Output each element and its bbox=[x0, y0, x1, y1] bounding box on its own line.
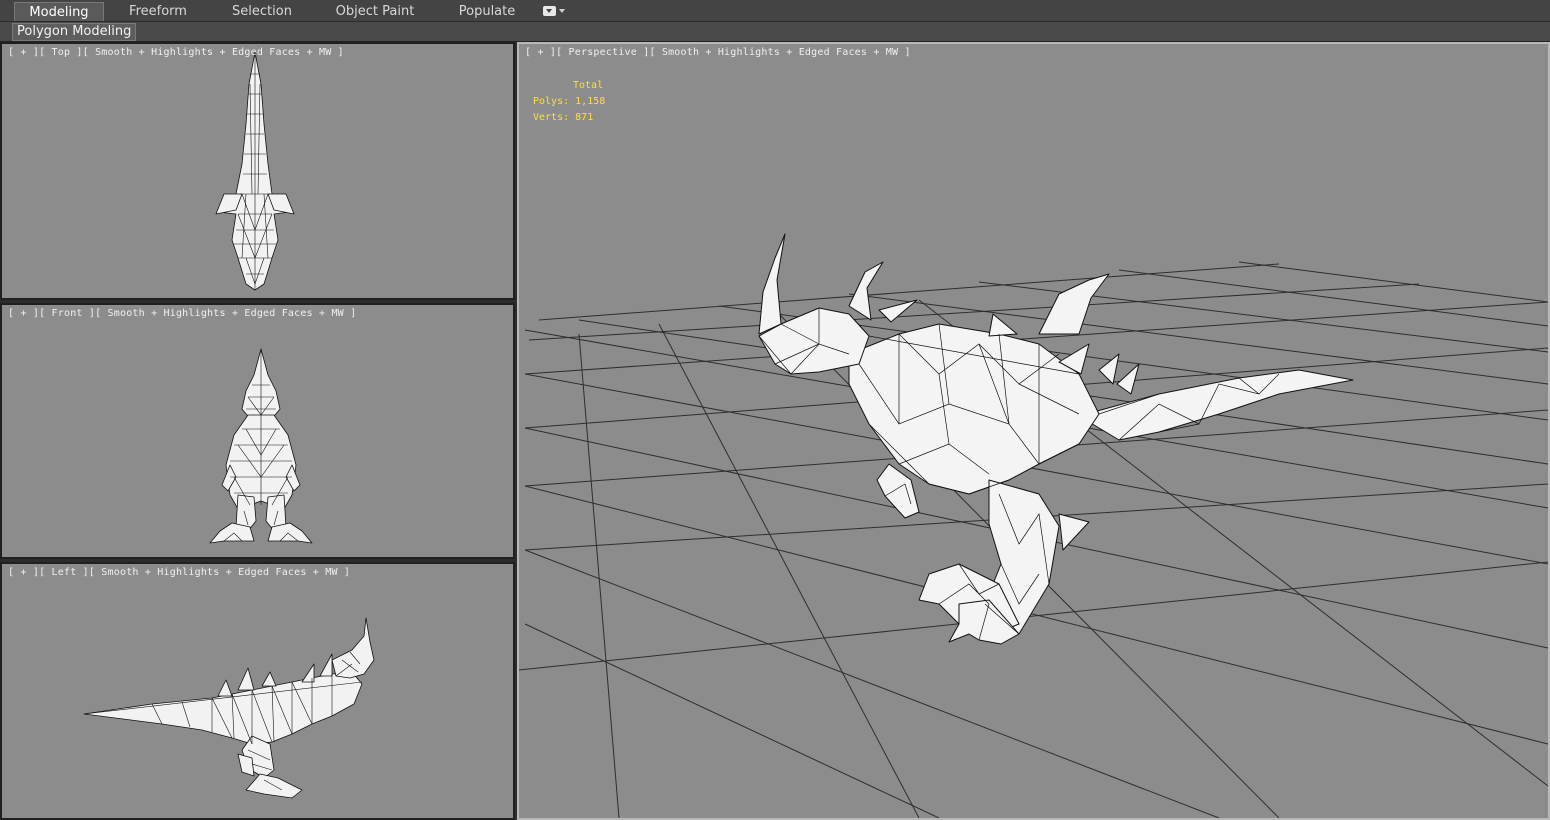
verts-value: 871 bbox=[575, 112, 594, 123]
viewport-left-label[interactable]: [ + ][ Left ][ Smooth + Highlights + Edg… bbox=[8, 567, 350, 578]
viewport-left[interactable]: [ + ][ Left ][ Smooth + Highlights + Edg… bbox=[0, 562, 515, 820]
polygon-modeling-button[interactable]: Polygon Modeling bbox=[12, 23, 137, 41]
perspective-view-model bbox=[519, 233, 1548, 818]
viewport-perspective[interactable]: [ + ][ Perspective ][ Smooth + Highlight… bbox=[517, 42, 1550, 820]
viewport-front-label[interactable]: [ + ][ Front ][ Smooth + Highlights + Ed… bbox=[8, 308, 356, 319]
dropdown-toggle-icon[interactable] bbox=[543, 6, 569, 18]
stats-polys: Polys: 1,158 bbox=[533, 94, 605, 110]
top-view-model bbox=[215, 51, 295, 291]
tab-selection[interactable]: Selection bbox=[222, 2, 302, 21]
viewport-top[interactable]: [ + ][ Top ][ Smooth + Highlights + Edge… bbox=[0, 42, 515, 300]
tab-modeling[interactable]: Modeling bbox=[14, 2, 104, 21]
tab-populate[interactable]: Populate bbox=[452, 2, 522, 21]
verts-label: Verts: bbox=[533, 112, 570, 123]
tab-freeform[interactable]: Freeform bbox=[116, 2, 200, 21]
viewport-top-label[interactable]: [ + ][ Top ][ Smooth + Highlights + Edge… bbox=[8, 47, 344, 58]
left-view-model bbox=[83, 617, 375, 799]
stats-header: Total bbox=[573, 80, 604, 91]
polygon-stats-overlay: Total Polys: 1,158 Verts: 871 bbox=[533, 78, 605, 126]
polys-label: Polys: bbox=[533, 96, 570, 107]
ribbon-panel: Polygon Modeling bbox=[0, 22, 1550, 42]
polys-value: 1,158 bbox=[575, 96, 606, 107]
viewport-perspective-label[interactable]: [ + ][ Perspective ][ Smooth + Highlight… bbox=[525, 47, 911, 58]
dinosaur-model bbox=[758, 233, 1354, 645]
tab-object-paint[interactable]: Object Paint bbox=[330, 2, 420, 21]
ribbon-tab-bar: Modeling Freeform Selection Object Paint… bbox=[0, 0, 1550, 22]
viewport-area: [ + ][ Top ][ Smooth + Highlights + Edge… bbox=[0, 42, 1550, 820]
viewport-front[interactable]: [ + ][ Front ][ Smooth + Highlights + Ed… bbox=[0, 303, 515, 559]
front-view-model bbox=[209, 348, 313, 544]
stats-verts: Verts: 871 bbox=[533, 110, 605, 126]
